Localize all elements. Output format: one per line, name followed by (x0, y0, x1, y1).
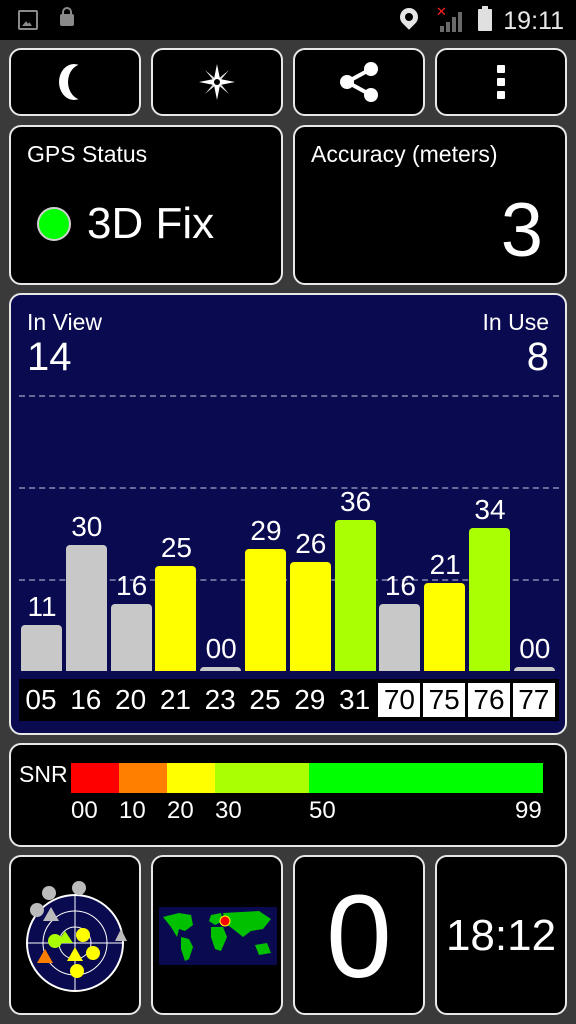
snr-bar (469, 528, 510, 671)
compass-icon (199, 64, 235, 100)
speed-value: 0 (326, 871, 392, 1003)
compass-button[interactable] (151, 48, 283, 116)
grid-line (19, 395, 559, 397)
status-bar: ✕ 19:11 (0, 0, 576, 40)
satellite-prn-label: 31 (339, 684, 371, 715)
satellite-prn-label: 77 (512, 683, 555, 717)
snr-value-label: 25 (160, 532, 192, 563)
accuracy-value: 3 (500, 188, 543, 273)
snr-bar (65, 545, 107, 671)
snr-value-label: 16 (116, 569, 148, 601)
snr-value-label: 00 (519, 633, 551, 664)
sky-radar-icon (26, 881, 127, 992)
snr-color-segment (71, 763, 119, 793)
snr-bar (110, 603, 152, 671)
snr-bar (379, 603, 421, 671)
satellite-prn-label: 70 (378, 683, 421, 717)
in-use-label: In Use (482, 309, 549, 335)
world-map-icon (159, 907, 277, 965)
world-map-button[interactable] (151, 855, 283, 1015)
snr-label: SNR (19, 761, 68, 787)
snr-tick-label: 00 (71, 797, 98, 824)
snr-bar (200, 667, 242, 671)
snr-value-label: 26 (295, 527, 327, 559)
snr-bar (513, 667, 555, 671)
snr-value-label: 30 (71, 511, 103, 542)
location-icon (396, 4, 422, 30)
night-mode-button[interactable] (9, 48, 141, 116)
status-time: 19:11 (503, 7, 564, 35)
accuracy-label: Accuracy (meters) (311, 141, 498, 167)
gps-status-panel[interactable]: GPS Status 3D Fix (9, 125, 283, 285)
snr-value-label: 16 (384, 569, 416, 601)
snr-legend-panel: SNR 00 10 20 30 50 99 (9, 743, 567, 847)
speed-panel[interactable]: 0 (293, 855, 425, 1015)
moon-icon (68, 64, 98, 100)
fix-indicator-icon (37, 207, 71, 241)
battery-icon (478, 6, 492, 31)
satellite-prn-row: 05 16 20 21 23 25 29 31 70 75 76 77 (19, 679, 559, 721)
snr-tick-label: 50 (309, 797, 336, 824)
snr-tick-label: 20 (167, 797, 194, 824)
satellite-prn-label: 29 (294, 684, 326, 715)
satellite-prn-label: 25 (249, 684, 281, 715)
satellite-prn-label: 05 (25, 684, 57, 715)
snr-value-label: 36 (340, 485, 372, 517)
share-icon (340, 62, 378, 102)
sky-radar-button[interactable] (9, 855, 141, 1015)
snr-bar (289, 561, 331, 671)
in-view-label: In View (27, 309, 103, 335)
no-data-icon: ✕ (436, 4, 447, 19)
gps-status-label: GPS Status (27, 141, 148, 167)
in-use-count: 8 (526, 335, 549, 379)
snr-value-label: 11 (27, 590, 57, 622)
snr-bar (424, 582, 466, 671)
satellite-prn-label: 20 (115, 684, 147, 715)
snr-color-segment (119, 763, 167, 793)
satellite-prn-label: 75 (423, 683, 466, 717)
snr-value-label: 21 (429, 548, 461, 580)
snr-bar (245, 549, 286, 671)
satellite-prn-label: 23 (204, 684, 236, 715)
snr-bar (21, 624, 62, 671)
overflow-menu-icon (497, 65, 505, 99)
image-notification-icon (18, 10, 38, 30)
in-view-count: 14 (27, 335, 72, 379)
satellite-signal-panel[interactable]: In View 14 In Use 8 11 30 16 25 00 29 26 36 16 21… (9, 293, 567, 735)
snr-value-label: 29 (250, 515, 282, 547)
snr-bar (334, 519, 376, 671)
lock-icon (60, 7, 74, 26)
share-button[interactable] (293, 48, 425, 116)
gps-time-value: 18:12 (445, 911, 557, 960)
snr-color-segment (167, 763, 215, 793)
snr-tick-label: 10 (119, 797, 146, 824)
satellite-prn-label: 76 (468, 683, 510, 717)
grid-line (19, 487, 559, 489)
overflow-menu-button[interactable] (435, 48, 567, 116)
snr-tick-label: 99 (515, 797, 542, 824)
gps-fix-value: 3D Fix (87, 199, 215, 248)
snr-bar (155, 566, 197, 671)
accuracy-panel[interactable]: Accuracy (meters) 3 (293, 125, 567, 285)
clock-panel[interactable]: 18:12 (435, 855, 567, 1015)
snr-value-label: 34 (474, 494, 506, 526)
snr-color-segment (309, 763, 543, 793)
snr-color-segment (215, 763, 309, 793)
satellite-prn-label: 21 (159, 684, 191, 715)
snr-tick-label: 30 (215, 797, 242, 824)
satellite-prn-label: 16 (70, 684, 102, 715)
snr-value-label: 00 (205, 633, 237, 664)
